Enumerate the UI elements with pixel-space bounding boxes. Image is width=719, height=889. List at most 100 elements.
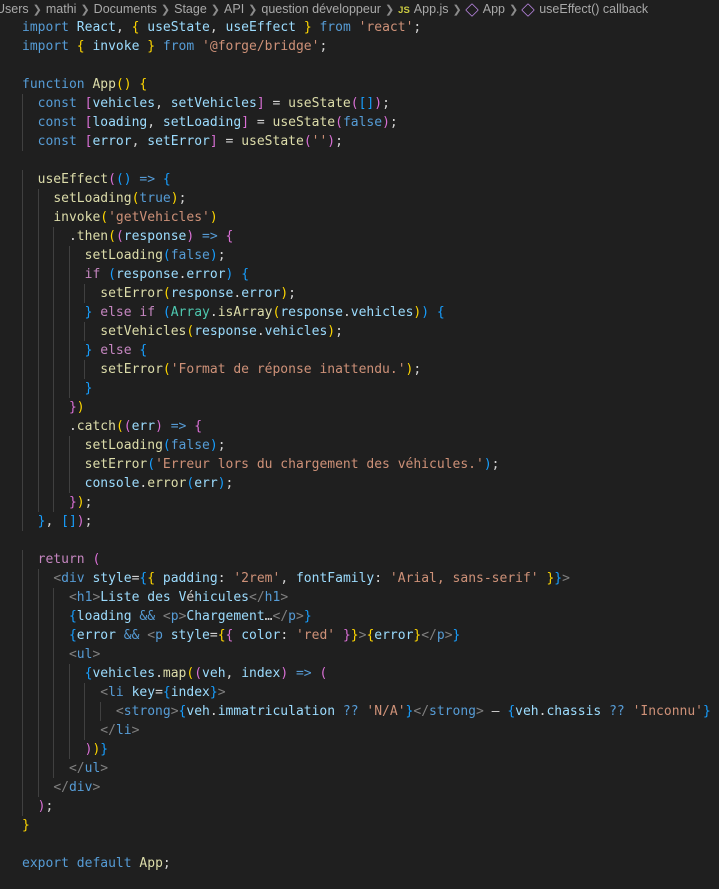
chevron-right-icon: ❯ xyxy=(452,3,462,16)
code-line[interactable]: invoke('getVehicles') xyxy=(0,208,719,227)
breadcrumb-item-mathi[interactable]: mathi xyxy=(46,2,77,16)
code-line[interactable]: if (response.error) { xyxy=(0,265,719,284)
indent-guide xyxy=(22,113,23,132)
breadcrumb-item-app-symbol[interactable]: App xyxy=(464,2,505,17)
indent-guide xyxy=(37,265,39,284)
indent-guide xyxy=(22,284,23,303)
code-line[interactable]: <div style={{ padding: '2rem', fontFamil… xyxy=(0,569,719,588)
code-line[interactable]: }) xyxy=(0,398,719,417)
indent-guide xyxy=(22,246,23,265)
code-line-text: import React, { useState, useEffect } fr… xyxy=(22,20,422,35)
code-line[interactable]: ); xyxy=(0,797,719,816)
indent-guide xyxy=(68,322,70,341)
code-line[interactable]: setLoading(true); xyxy=(0,189,719,208)
indent-guide xyxy=(37,702,39,721)
code-line[interactable]: .then((response) => { xyxy=(0,227,719,246)
code-line[interactable]: setError('Erreur lors du chargement des … xyxy=(0,455,719,474)
indent-guide xyxy=(37,284,39,303)
code-line[interactable]: {vehicles.map((veh, index) => ( xyxy=(0,664,719,683)
breadcrumb-item-users[interactable]: Users xyxy=(0,2,29,16)
breadcrumb-item-question-developpeur[interactable]: question développeur xyxy=(261,2,381,16)
code-line[interactable]: </div> xyxy=(0,778,719,797)
code-line[interactable]: const [error, setError] = useState(''); xyxy=(0,132,719,151)
indent-guide xyxy=(22,512,23,531)
code-line-text: export default App; xyxy=(22,856,171,871)
code-line[interactable]: import { invoke } from '@forge/bridge'; xyxy=(0,37,719,56)
code-line[interactable]: <ul> xyxy=(0,645,719,664)
code-line[interactable]: <h1>Liste des Véhicules</h1> xyxy=(0,588,719,607)
code-line[interactable]: } else { xyxy=(0,341,719,360)
indent-guide xyxy=(22,759,23,778)
indent-guide xyxy=(68,455,70,474)
indent-guide xyxy=(37,208,39,227)
indent-guide xyxy=(68,721,70,740)
code-line[interactable]: </ul> xyxy=(0,759,719,778)
code-line-text: return ( xyxy=(37,552,101,567)
indent-guide xyxy=(53,227,55,246)
indent-guide xyxy=(53,303,55,322)
indent-guide xyxy=(37,341,39,360)
indent-guide xyxy=(37,588,39,607)
code-line[interactable] xyxy=(0,531,719,550)
code-line[interactable]: } xyxy=(0,379,719,398)
indent-guide xyxy=(53,474,55,493)
indent-guide xyxy=(53,322,55,341)
code-line[interactable]: setLoading(false); xyxy=(0,246,719,265)
breadcrumb-item-stage[interactable]: Stage xyxy=(174,2,207,16)
code-line[interactable] xyxy=(0,56,719,75)
code-line[interactable]: useEffect(() => { xyxy=(0,170,719,189)
indent-guide xyxy=(37,778,39,797)
breadcrumb-item-useeffect-symbol[interactable]: useEffect() callback xyxy=(521,2,648,17)
indent-guide xyxy=(22,588,23,607)
code-line[interactable]: setError(response.error); xyxy=(0,284,719,303)
indent-guide xyxy=(68,702,70,721)
indent-guide xyxy=(84,322,86,341)
code-line-text: ); xyxy=(37,799,54,814)
indent-guide xyxy=(53,645,55,664)
indent-guide xyxy=(22,664,23,683)
code-line[interactable]: }); xyxy=(0,493,719,512)
code-line[interactable]: const [loading, setLoading] = useState(f… xyxy=(0,113,719,132)
code-line[interactable]: import React, { useState, useEffect } fr… xyxy=(0,18,719,37)
code-line[interactable]: ))} xyxy=(0,740,719,759)
code-line[interactable]: const [vehicles, setVehicles] = useState… xyxy=(0,94,719,113)
indent-guide xyxy=(22,702,23,721)
code-line[interactable]: <strong>{veh.immatriculation ?? 'N/A'}</… xyxy=(0,702,719,721)
code-line[interactable]: export default App; xyxy=(0,854,719,873)
breadcrumb-item-api[interactable]: API xyxy=(224,2,244,16)
code-editor[interactable]: import React, { useState, useEffect } fr… xyxy=(0,18,719,873)
code-line[interactable]: setError('Format de réponse inattendu.')… xyxy=(0,360,719,379)
indent-guide xyxy=(53,360,55,379)
breadcrumb-item-file[interactable]: JS App.js xyxy=(398,2,448,16)
code-line[interactable]: setLoading(false); xyxy=(0,436,719,455)
code-line[interactable]: {error && <p style={{ color: 'red' }}>{e… xyxy=(0,626,719,645)
code-line-text: function App() { xyxy=(22,77,148,92)
indent-guide xyxy=(37,322,39,341)
breadcrumb-item-documents[interactable]: Documents xyxy=(94,2,157,16)
indent-guide xyxy=(22,265,23,284)
code-line[interactable]: </li> xyxy=(0,721,719,740)
code-line[interactable]: {loading && <p>Chargement…</p>} xyxy=(0,607,719,626)
code-line-text: <ul> xyxy=(68,647,101,662)
code-line[interactable]: } else if (Array.isArray(response.vehicl… xyxy=(0,303,719,322)
indent-guide xyxy=(37,360,39,379)
code-line-text: {loading && <p>Chargement…</p>} xyxy=(68,609,312,624)
code-line-text: useEffect(() => { xyxy=(37,172,171,187)
code-line[interactable]: .catch((err) => { xyxy=(0,417,719,436)
code-line[interactable]: setVehicles(response.vehicles); xyxy=(0,322,719,341)
code-line-text: setError('Format de réponse inattendu.')… xyxy=(100,362,422,377)
code-line[interactable]: console.error(err); xyxy=(0,474,719,493)
code-line[interactable]: } xyxy=(0,816,719,835)
code-line[interactable] xyxy=(0,151,719,170)
indent-guide xyxy=(53,417,55,436)
code-line[interactable]: function App() { xyxy=(0,75,719,94)
indent-guide xyxy=(22,645,23,664)
code-line[interactable]: }, []); xyxy=(0,512,719,531)
code-line[interactable] xyxy=(0,835,719,854)
code-line[interactable]: return ( xyxy=(0,550,719,569)
indent-guide xyxy=(22,493,23,512)
indent-guide xyxy=(84,284,86,303)
code-line[interactable]: <li key={index}> xyxy=(0,683,719,702)
